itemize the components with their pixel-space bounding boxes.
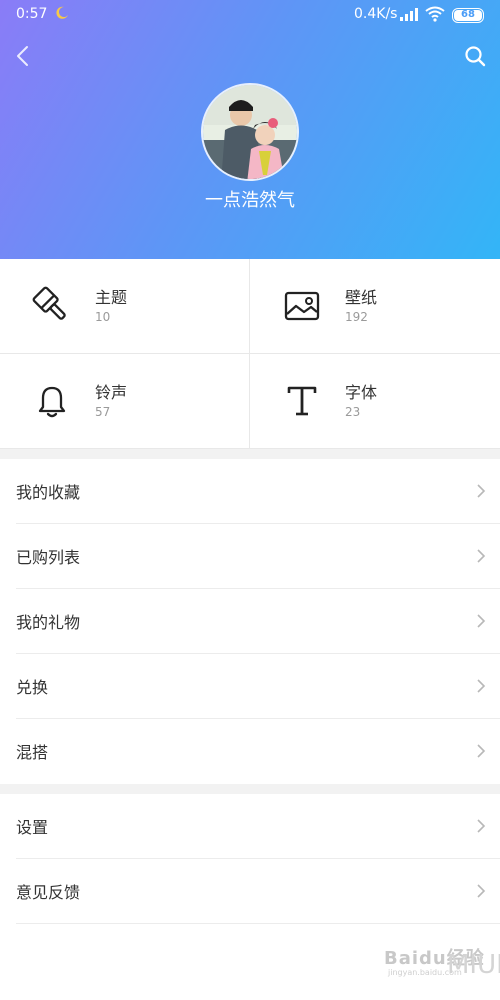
grid-item-count: 57 bbox=[95, 405, 111, 419]
menu-item-label: 混搭 bbox=[16, 743, 49, 762]
menu-item-label: 已购列表 bbox=[16, 548, 81, 567]
menu-item-redeem[interactable]: 兑换 bbox=[0, 654, 500, 719]
brush-icon bbox=[32, 286, 66, 320]
chevron-right-icon bbox=[477, 484, 486, 498]
grid-item-wallpaper[interactable]: 壁纸 192 bbox=[250, 259, 500, 354]
image-icon bbox=[284, 291, 320, 321]
moon-icon bbox=[56, 6, 68, 19]
grid-item-theme[interactable]: 主题 10 bbox=[0, 259, 250, 354]
menu-item-label: 意见反馈 bbox=[16, 883, 81, 902]
menu-item-gifts[interactable]: 我的礼物 bbox=[0, 589, 500, 654]
signal-icon bbox=[400, 8, 418, 21]
grid-item-count: 10 bbox=[95, 310, 111, 324]
grid-item-label: 字体 bbox=[345, 383, 378, 402]
primary-menu-list: 我的收藏 已购列表 我的礼物 兑换 混搭 bbox=[0, 459, 500, 784]
chevron-right-icon bbox=[477, 679, 486, 693]
grid-item-count: 192 bbox=[345, 310, 368, 324]
avatar-image bbox=[203, 85, 297, 179]
font-icon bbox=[287, 386, 317, 416]
chevron-right-icon bbox=[477, 819, 486, 833]
menu-item-label: 我的礼物 bbox=[16, 613, 81, 632]
bell-icon bbox=[38, 386, 66, 418]
status-bar: 0:57 0.4K/s 68 bbox=[0, 0, 500, 30]
menu-item-purchased[interactable]: 已购列表 bbox=[0, 524, 500, 589]
menu-item-favorites[interactable]: 我的收藏 bbox=[0, 459, 500, 524]
battery-level: 68 bbox=[461, 9, 475, 20]
back-icon[interactable] bbox=[12, 44, 34, 68]
grid-item-label: 铃声 bbox=[95, 383, 128, 402]
status-time: 0:57 bbox=[16, 6, 48, 22]
grid-item-font[interactable]: 字体 23 bbox=[250, 354, 500, 449]
category-grid: 主题 10 壁纸 192 铃声 57 字体 23 bbox=[0, 259, 500, 449]
avatar[interactable] bbox=[201, 83, 299, 181]
menu-item-mix[interactable]: 混搭 bbox=[0, 719, 500, 784]
menu-item-label: 我的收藏 bbox=[16, 483, 81, 502]
grid-item-ringtone[interactable]: 铃声 57 bbox=[0, 354, 250, 449]
chevron-right-icon bbox=[477, 549, 486, 563]
menu-item-label: 设置 bbox=[16, 818, 49, 837]
menu-item-feedback[interactable]: 意见反馈 bbox=[0, 859, 500, 924]
chevron-right-icon bbox=[477, 884, 486, 898]
menu-item-label: 兑换 bbox=[16, 678, 49, 697]
grid-item-label: 壁纸 bbox=[345, 288, 378, 307]
watermark-mui: MIUI bbox=[447, 950, 500, 980]
chevron-right-icon bbox=[477, 614, 486, 628]
grid-item-label: 主题 bbox=[95, 288, 128, 307]
section-separator bbox=[0, 784, 500, 794]
profile-header: 0:57 0.4K/s 68 一点浩然气 bbox=[0, 0, 500, 259]
section-separator bbox=[0, 449, 500, 459]
secondary-menu-list: 设置 意见反馈 bbox=[0, 794, 500, 924]
wifi-icon bbox=[425, 6, 445, 22]
username[interactable]: 一点浩然气 bbox=[0, 186, 500, 212]
battery-indicator: 68 bbox=[452, 8, 484, 23]
chevron-right-icon bbox=[477, 744, 486, 758]
menu-item-settings[interactable]: 设置 bbox=[0, 794, 500, 859]
search-icon[interactable] bbox=[464, 45, 486, 67]
network-speed: 0.4K/s bbox=[354, 6, 398, 22]
grid-item-count: 23 bbox=[345, 405, 361, 419]
